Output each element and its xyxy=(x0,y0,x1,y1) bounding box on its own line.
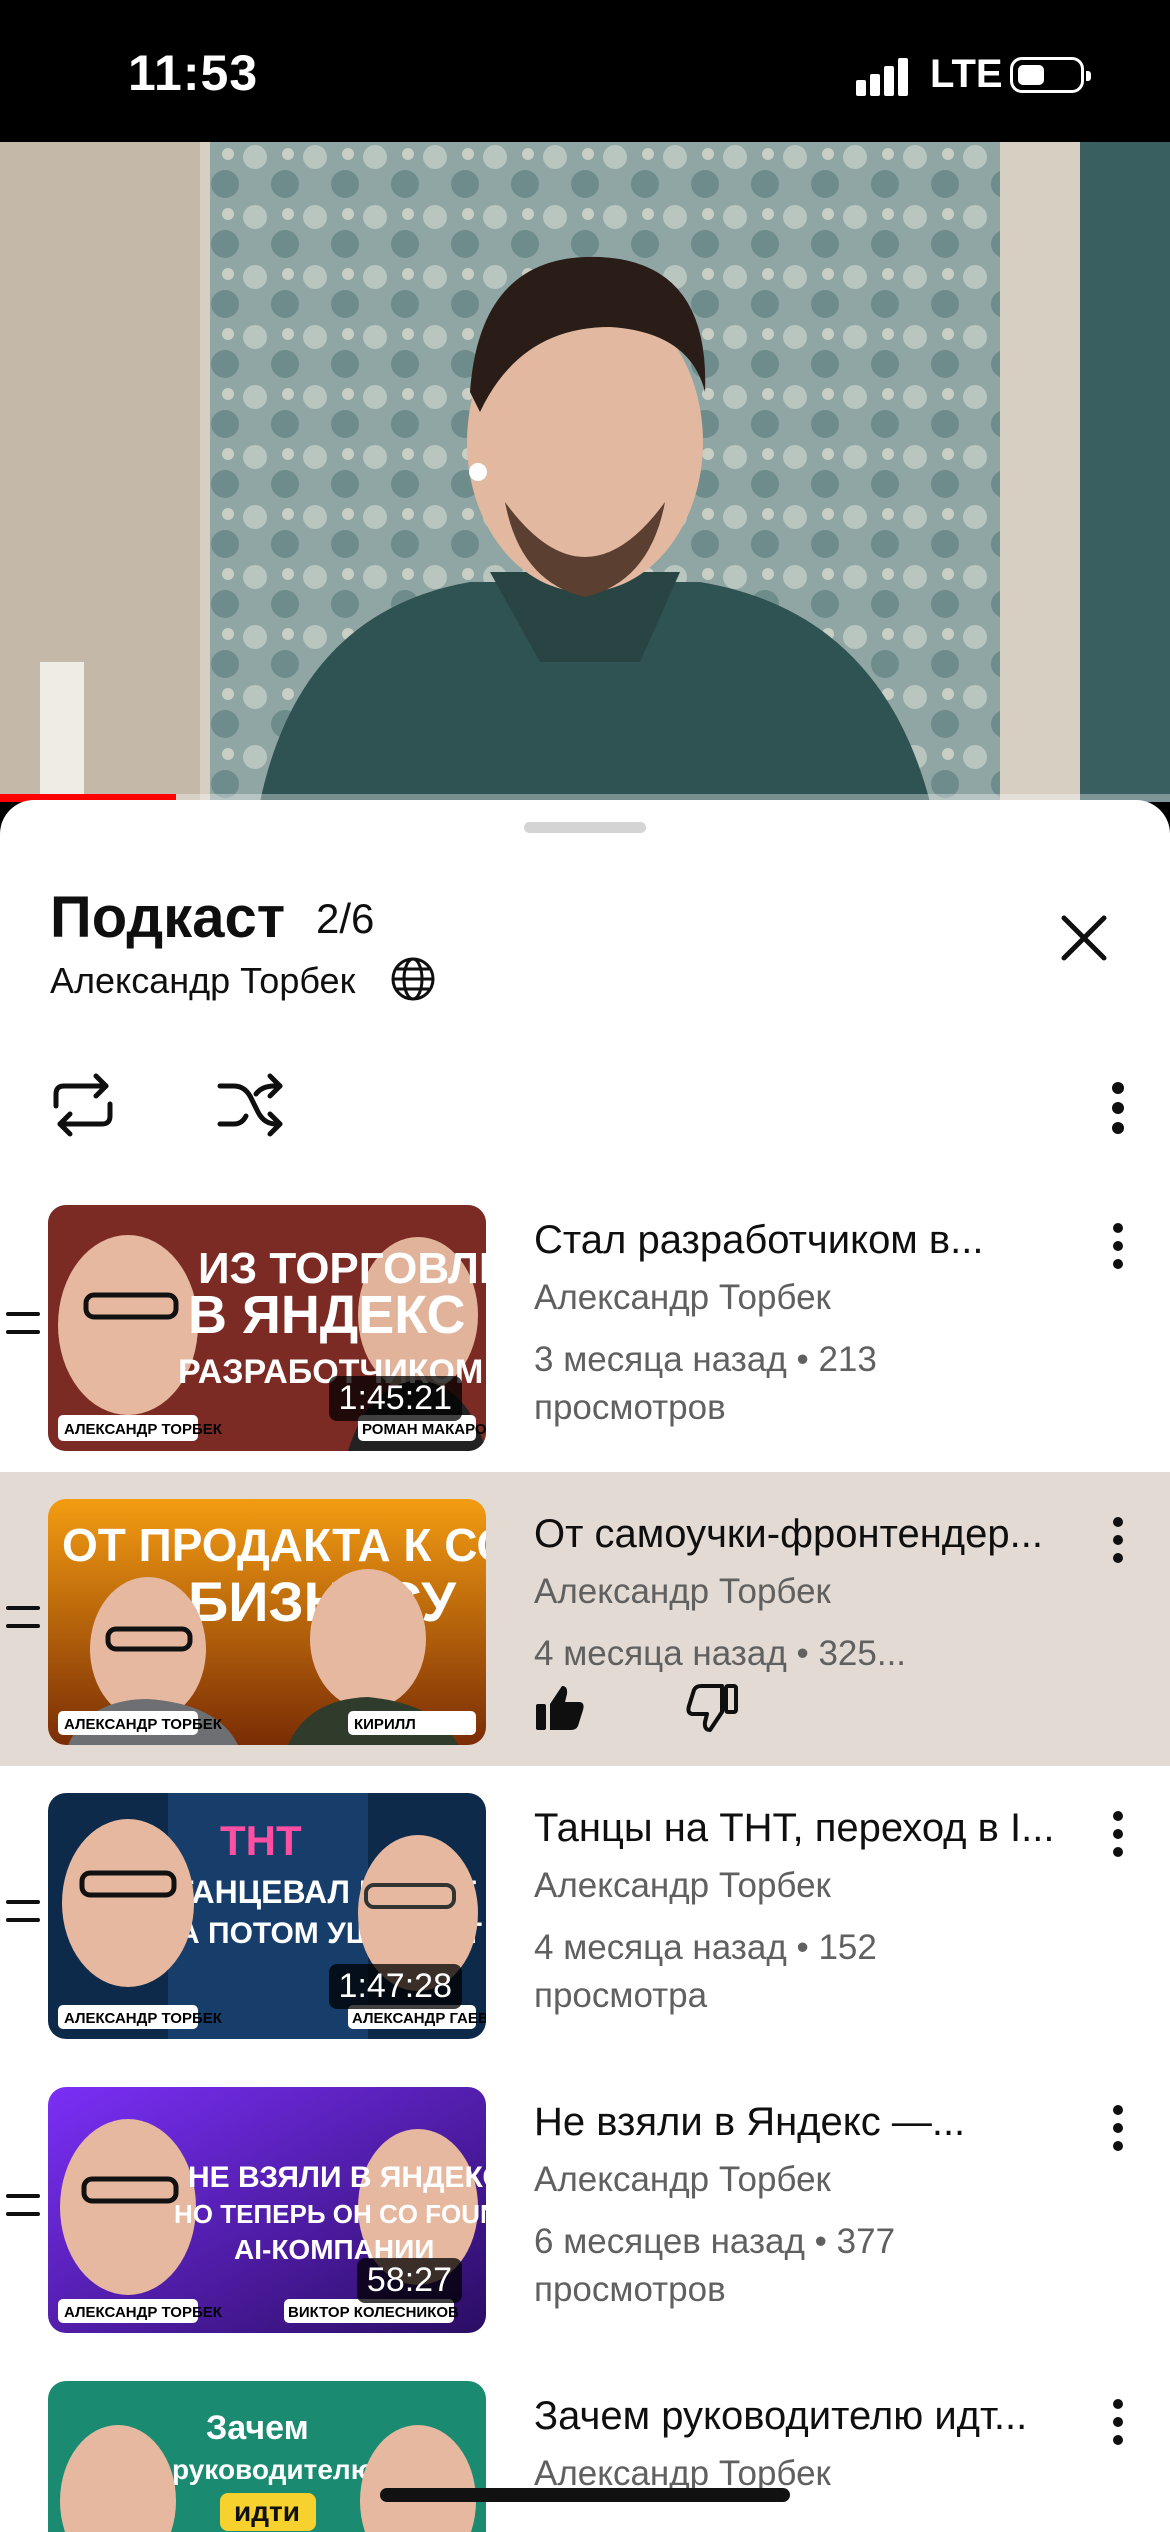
thumb-name-tag: ВИКТОР КОЛЕСНИКОВ xyxy=(288,2304,459,2321)
playlist-item[interactable]: ТНТ ТАНЦЕВАЛ НА ТНТ А ПОТОМ УШЕЛ В IT АЛ… xyxy=(0,1766,1170,2060)
thumb-name-tag: АЛЕКСАНДР ТОРБЕК xyxy=(64,1421,223,1438)
thumb-name-tag: АЛЕКСАНДР ТОРБЕК xyxy=(64,2010,223,2027)
close-icon[interactable] xyxy=(1058,912,1110,964)
video-frame-image xyxy=(0,142,1170,802)
playlist-position: 2/6 xyxy=(316,895,375,942)
video-meta: 3 месяца назад • 213 просмотров xyxy=(534,1340,877,1427)
video-channel: Александр Торбек xyxy=(534,1866,831,1905)
video-duration: 58:27 xyxy=(356,2258,462,2303)
thumb-headline: Зачем xyxy=(206,2409,309,2447)
thumb-headline: руководителю xyxy=(172,2454,375,2485)
playlist-title: Подкаст xyxy=(50,885,286,950)
thumb-logo: ТНТ xyxy=(220,1817,302,1864)
more-vert-icon[interactable] xyxy=(1104,1218,1132,1274)
thumb-name-tag: КИРИЛЛ xyxy=(354,1716,416,1733)
drag-handle[interactable] xyxy=(524,822,646,833)
drag-reorder-icon[interactable] xyxy=(6,1308,40,1338)
video-thumbnail[interactable]: ТНТ ТАНЦЕВАЛ НА ТНТ А ПОТОМ УШЕЛ В IT АЛ… xyxy=(48,1793,486,2039)
thumb-headline: НО ТЕПЕРЬ ОН CO FOUNDER xyxy=(174,2199,486,2229)
thumbs-down-icon[interactable] xyxy=(686,1682,738,1734)
playlist-item-current[interactable]: ОТ ПРОДАКТА К СОЛО БИЗНЕСУ АЛЕКСАНДР ТОР… xyxy=(0,1472,1170,1766)
playlist-owner[interactable]: Александр Торбек xyxy=(50,960,355,1002)
home-indicator[interactable] xyxy=(380,2488,790,2502)
thumb-name-tag: РОМАН МАКАРОВ xyxy=(362,1421,486,1438)
more-vert-icon[interactable] xyxy=(1104,1806,1132,1862)
thumb-name-tag: АЛЕКСАНДР ТОРБЕК xyxy=(64,2304,223,2321)
video-duration: 1:47:28 xyxy=(328,1964,462,2009)
video-duration: 1:45:21 xyxy=(328,1376,462,1421)
video-channel: Александр Торбек xyxy=(534,1278,831,1317)
more-vert-icon[interactable] xyxy=(1104,1512,1132,1568)
network-type: LTE xyxy=(930,52,1003,96)
more-vert-icon[interactable] xyxy=(1100,1080,1136,1136)
battery-icon xyxy=(1010,57,1091,93)
status-bar: 11:53 LTE xyxy=(0,0,1170,142)
signal-bars-icon xyxy=(856,58,908,96)
video-thumbnail[interactable]: Зачем руководителю идти xyxy=(48,2381,486,2532)
video-meta: 4 месяца назад • 152 просмотра xyxy=(534,1928,877,2015)
drag-reorder-icon[interactable] xyxy=(6,1896,40,1926)
status-time: 11:53 xyxy=(128,45,259,101)
thumbs-up-icon[interactable] xyxy=(534,1682,586,1734)
playlist-item[interactable]: Зачем руководителю идти Зачем руководите… xyxy=(0,2354,1170,2532)
video-title[interactable]: Танцы на ТНТ, переход в I... xyxy=(534,1806,1094,1851)
playlist-item[interactable]: ИЗ ТОРГОВЛИ В ЯНДЕКС РАЗРАБОТЧИКОМ АЛЕКС… xyxy=(0,1178,1170,1472)
video-channel: Александр Торбек xyxy=(534,1572,831,1611)
thumb-headline: идти xyxy=(234,2496,300,2527)
shuffle-icon[interactable] xyxy=(216,1070,286,1140)
globe-icon xyxy=(391,957,435,1001)
video-meta: 6 месяцев назад • 377 просмотров xyxy=(534,2222,896,2309)
video-title[interactable]: Зачем руководителю идт... xyxy=(534,2394,1094,2439)
more-vert-icon[interactable] xyxy=(1104,2100,1132,2156)
video-thumbnail[interactable]: ИЗ ТОРГОВЛИ В ЯНДЕКС РАЗРАБОТЧИКОМ АЛЕКС… xyxy=(48,1205,486,1451)
playlist-panel: Подкаст 2/6 Александр Торбек ИЗ ТОРГОВЛИ… xyxy=(0,800,1170,2532)
video-meta: 4 месяца назад • 325... xyxy=(534,1634,907,1673)
drag-reorder-icon[interactable] xyxy=(6,2190,40,2220)
loop-icon[interactable] xyxy=(48,1070,118,1140)
video-title[interactable]: Не взяли в Яндекс —... xyxy=(534,2100,1094,2145)
video-title[interactable]: От самоучки-фронтендер... xyxy=(534,1512,1094,1557)
thumb-headline: В ЯНДЕКС xyxy=(188,1285,466,1345)
video-player[interactable] xyxy=(0,142,1170,802)
thumb-name-tag: АЛЕКСАНДР ТОРБЕК xyxy=(64,1716,223,1733)
thumb-headline: ОТ ПРОДАКТА К СОЛО xyxy=(62,1519,486,1571)
more-vert-icon[interactable] xyxy=(1104,2394,1132,2450)
drag-reorder-icon[interactable] xyxy=(6,1602,40,1632)
video-thumbnail[interactable]: НЕ ВЗЯЛИ В ЯНДЕКС, НО ТЕПЕРЬ ОН CO FOUND… xyxy=(48,2087,486,2333)
thumb-headline: НЕ ВЗЯЛИ В ЯНДЕКС, xyxy=(188,2161,486,2194)
playlist-item[interactable]: НЕ ВЗЯЛИ В ЯНДЕКС, НО ТЕПЕРЬ ОН CO FOUND… xyxy=(0,2060,1170,2354)
video-title[interactable]: Стал разработчиком в... xyxy=(534,1218,1094,1263)
video-channel: Александр Торбек xyxy=(534,2160,831,2199)
video-thumbnail[interactable]: ОТ ПРОДАКТА К СОЛО БИЗНЕСУ АЛЕКСАНДР ТОР… xyxy=(48,1499,486,1745)
thumb-name-tag: АЛЕКСАНДР ГАЕВ xyxy=(352,2010,486,2027)
